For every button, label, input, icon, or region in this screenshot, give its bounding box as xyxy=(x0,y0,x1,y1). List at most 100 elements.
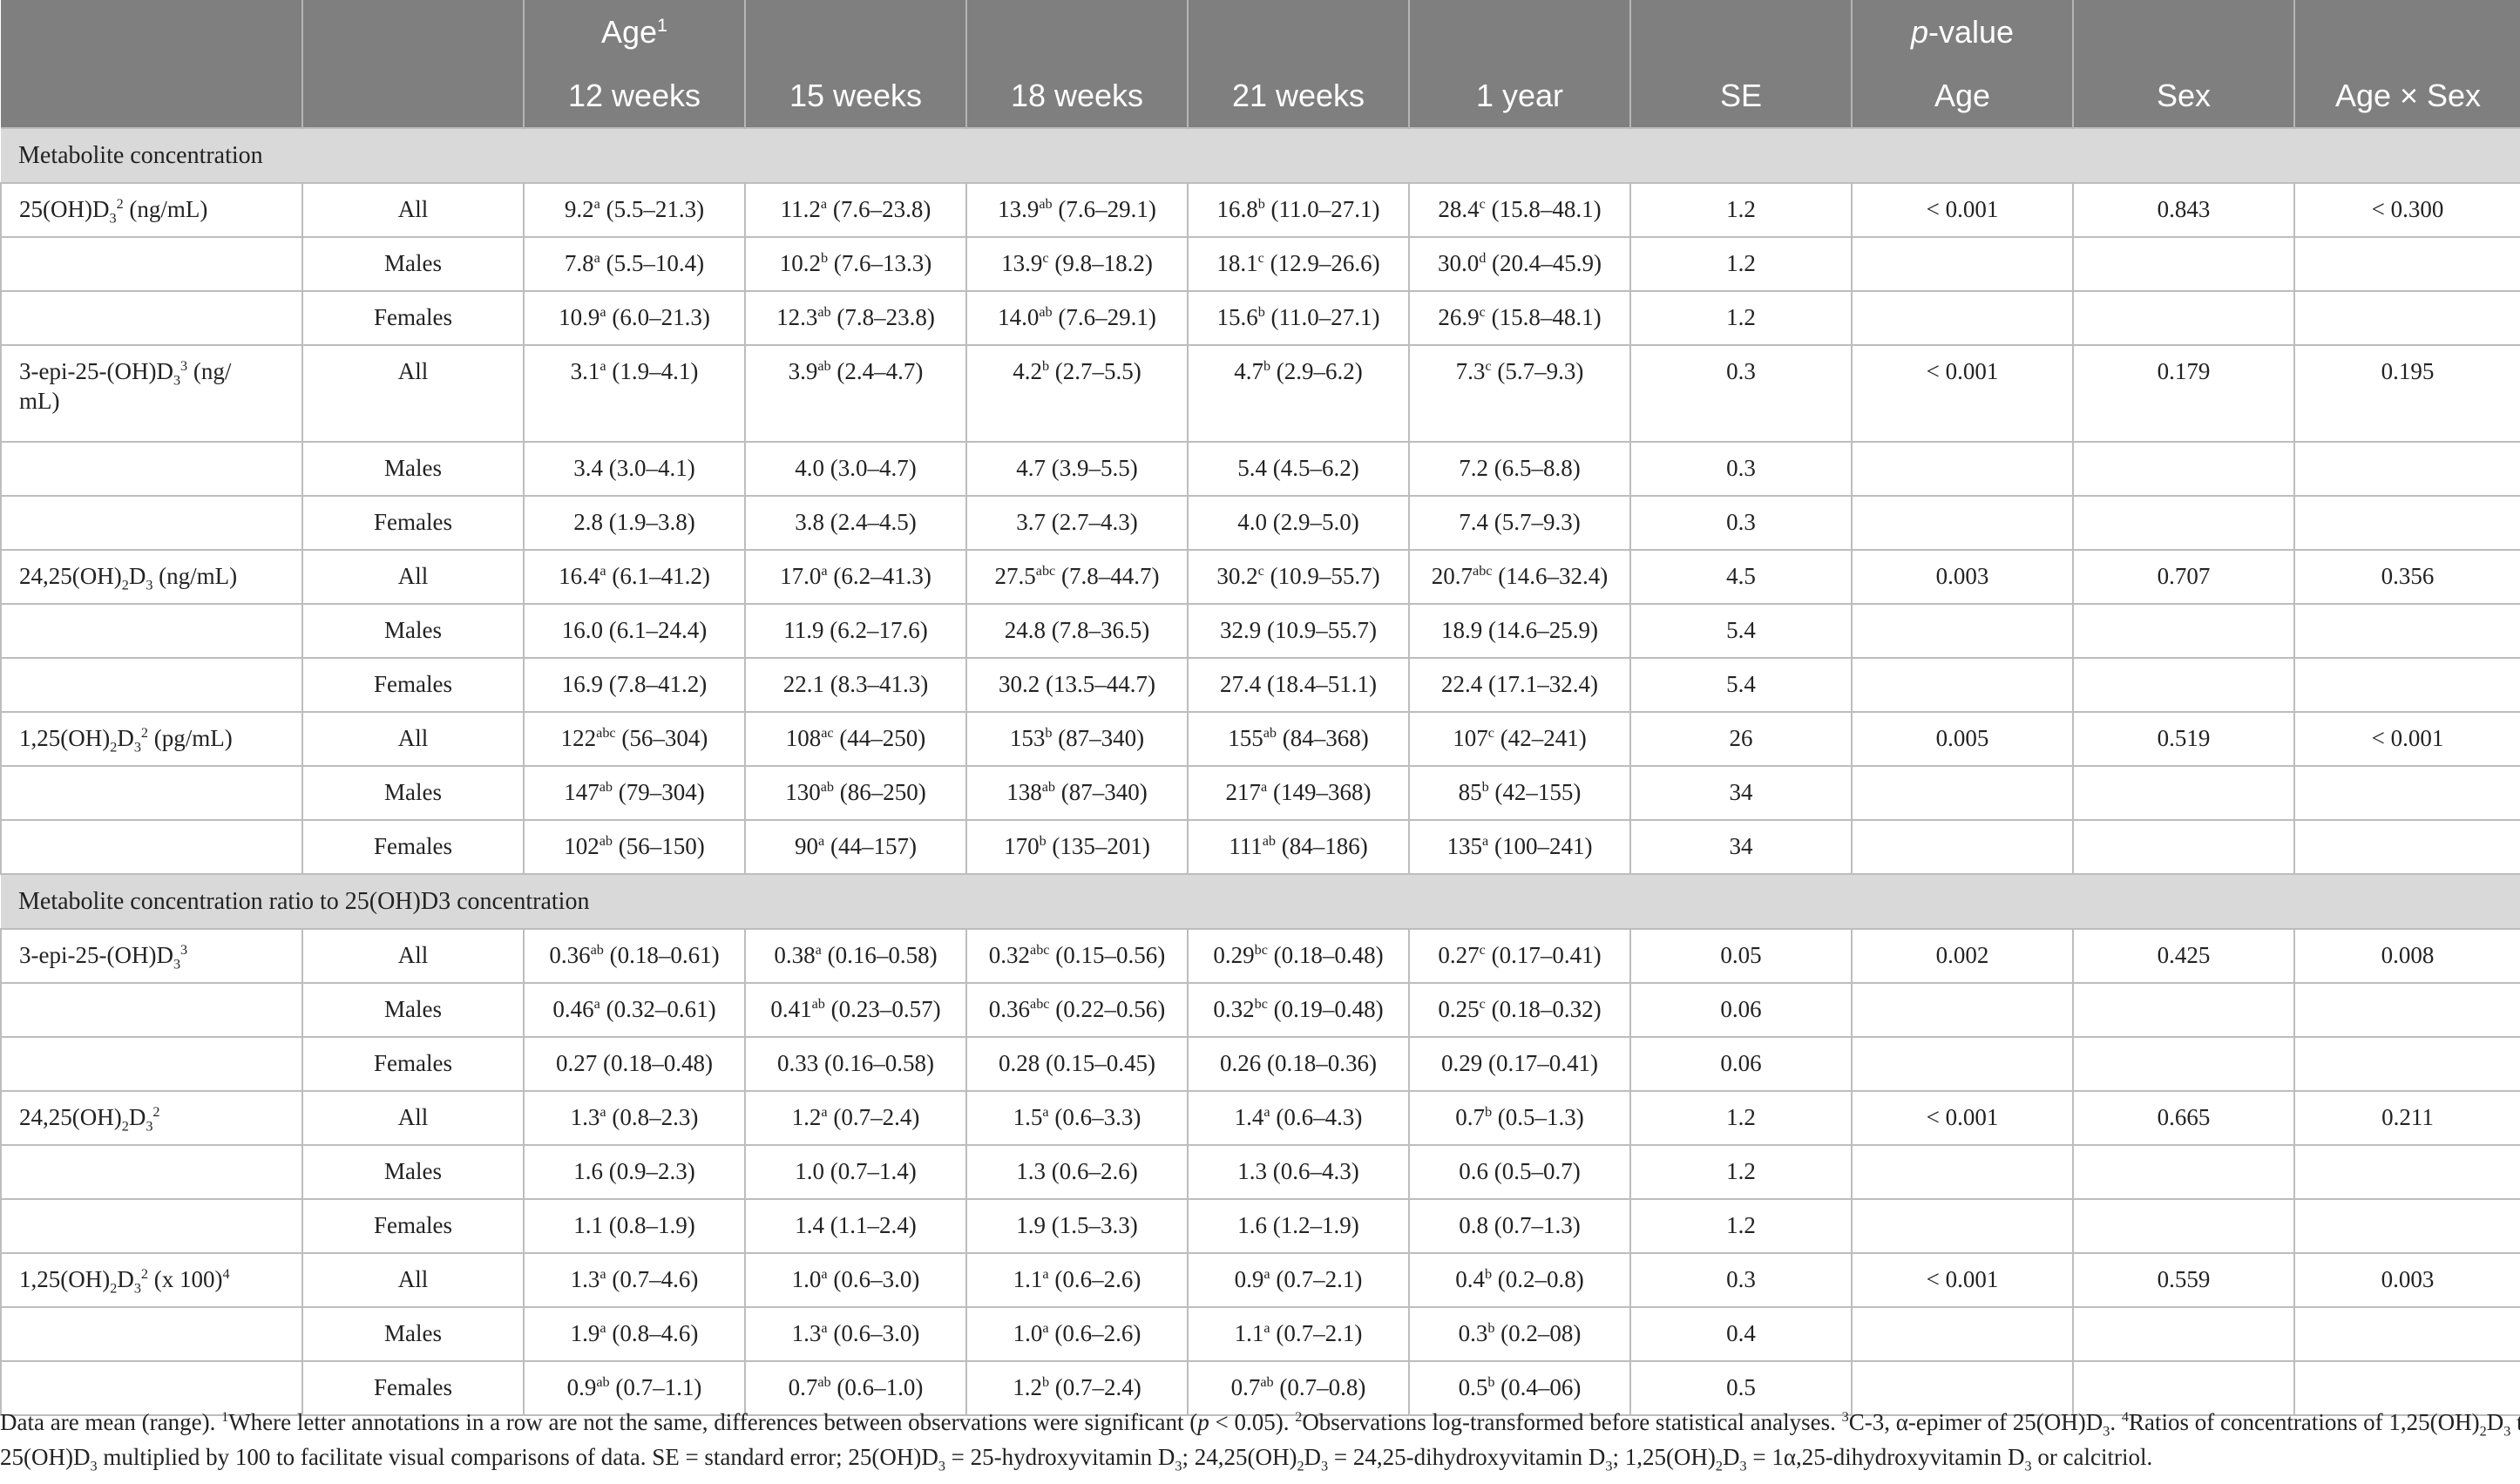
table-row: Females 0.27 (0.18–0.48) 0.33 (0.16–0.58) 0… xyxy=(0,1036,2520,1092)
value-cell: 10.9a (6.0–21.3) xyxy=(523,290,746,346)
value-cell: 0.05 xyxy=(1629,928,1853,984)
value-cell: 30.0d (20.4–45.9) xyxy=(1408,236,1631,292)
value-cell xyxy=(2293,495,2520,551)
value-cell xyxy=(2293,1198,2520,1254)
value-cell xyxy=(2072,657,2295,713)
value-cell: 7.2 (6.5–8.8) xyxy=(1408,441,1631,497)
table-row: Males 1.9a (0.8–4.6) 1.3a (0.6–3.0) 1.0a (0… xyxy=(0,1306,2520,1362)
value-cell: 22.4 (17.1–32.4) xyxy=(1408,657,1631,713)
value-cell: 32.9 (10.9–55.7) xyxy=(1187,603,1410,659)
column-header: 18 weeks xyxy=(965,64,1188,128)
value-cell: 7.8a (5.5–10.4) xyxy=(523,236,746,292)
section-row: Metabolite concentration ratio to 25(OH)… xyxy=(1,873,2520,930)
value-cell: 1.3 (0.6–4.3) xyxy=(1187,1144,1410,1200)
value-cell: 0.9a (0.7–2.1) xyxy=(1187,1252,1410,1308)
value-cell: 0.003 xyxy=(1851,549,2074,605)
group-cell: Males xyxy=(301,765,525,821)
value-cell: 0.6 (0.5–0.7) xyxy=(1408,1144,1631,1200)
value-cell: 0.41ab (0.23–0.57) xyxy=(744,982,967,1038)
value-cell: 0.559 xyxy=(2072,1252,2295,1308)
value-cell: 0.27c (0.17–0.41) xyxy=(1408,928,1631,984)
value-cell: 5.4 xyxy=(1629,657,1853,713)
group-cell: Males xyxy=(301,441,525,497)
metabolite-cell xyxy=(0,657,303,713)
value-cell: 13.9c (9.8–18.2) xyxy=(965,236,1189,292)
value-cell: 14.0ab (7.6–29.1) xyxy=(965,290,1189,346)
value-cell: 0.425 xyxy=(2072,928,2295,984)
column-header: 12 weeks xyxy=(523,64,745,128)
value-cell: 1.9a (0.8–4.6) xyxy=(523,1306,746,1362)
value-cell: 0.179 xyxy=(2072,344,2295,443)
metabolite-cell: 1,25(OH)2D32 (x 100)4 xyxy=(0,1252,303,1308)
value-cell: 102ab (56–150) xyxy=(523,819,746,875)
table-row: 24,25(OH)2D3 (ng/mL) All 16.4a (6.1–41.2) 1… xyxy=(0,549,2520,605)
value-cell: 17.0a (6.2–41.3) xyxy=(744,549,967,605)
value-cell: 0.33 (0.16–0.58) xyxy=(744,1036,967,1092)
value-cell xyxy=(1851,819,2074,875)
value-cell: 10.2b (7.6–13.3) xyxy=(744,236,967,292)
value-cell: 0.29bc (0.18–0.48) xyxy=(1187,928,1410,984)
metabolite-cell xyxy=(0,441,303,497)
value-cell xyxy=(2072,603,2295,659)
table-body: Metabolite concentration 25(OH)D32 (ng/mL… xyxy=(0,127,2520,1416)
value-cell: 4.5 xyxy=(1629,549,1853,605)
value-cell: 217a (149–368) xyxy=(1187,765,1410,821)
column-header: 1 year xyxy=(1408,64,1630,128)
value-cell xyxy=(2072,1144,2295,1200)
table-footnote: Data are mean (range). 1Where letter ann… xyxy=(0,1405,2520,1474)
age-group-heading: Age1 xyxy=(523,0,745,64)
section-title: Metabolite concentration ratio to 25(OH)… xyxy=(1,873,2520,930)
metabolite-cell xyxy=(0,290,303,346)
value-cell: 1.5a (0.6–3.3) xyxy=(965,1090,1189,1146)
results-table: Age1 p-value 12 weeks 15 weeks 18 weeks … xyxy=(0,0,2520,1416)
footnote-line: 25(OH)D3 multiplied by 100 to facilitate… xyxy=(0,1444,2153,1474)
table-row: 1,25(OH)2D32 (pg/mL) All 122abc (56–304) 10… xyxy=(0,711,2520,767)
value-cell: 1.6 (1.2–1.9) xyxy=(1187,1198,1410,1254)
value-cell: < 0.001 xyxy=(1851,1252,2074,1308)
value-cell: 0.356 xyxy=(2293,549,2520,605)
value-cell xyxy=(1851,1036,2074,1092)
pvalue-group-heading: p-value xyxy=(1851,0,2073,64)
column-header: Age × Sex xyxy=(2293,64,2520,128)
value-cell: 0.3b (0.2–08) xyxy=(1408,1306,1631,1362)
metabolite-cell xyxy=(0,1144,303,1200)
value-cell: 1.2 xyxy=(1629,1198,1853,1254)
value-cell: 1.0a (0.6–2.6) xyxy=(965,1306,1189,1362)
group-cell: All xyxy=(301,928,525,984)
value-cell: 1.1a (0.7–2.1) xyxy=(1187,1306,1410,1362)
section-title: Metabolite concentration xyxy=(1,127,2520,184)
value-cell: 22.1 (8.3–41.3) xyxy=(744,657,967,713)
value-cell: 1.2 xyxy=(1629,1144,1853,1200)
value-cell: 85b (42–155) xyxy=(1408,765,1631,821)
value-cell: 1.6 (0.9–2.3) xyxy=(523,1144,746,1200)
value-cell: 111ab (84–186) xyxy=(1187,819,1410,875)
value-cell: 0.707 xyxy=(2072,549,2295,605)
value-cell: 0.06 xyxy=(1629,1036,1853,1092)
value-cell: 4.0 (3.0–4.7) xyxy=(744,441,967,497)
value-cell: 0.4b (0.2–0.8) xyxy=(1408,1252,1631,1308)
value-cell: 0.46a (0.32–0.61) xyxy=(523,982,746,1038)
value-cell: 4.0 (2.9–5.0) xyxy=(1187,495,1410,551)
section-row: Metabolite concentration xyxy=(1,127,2520,184)
value-cell: 7.4 (5.7–9.3) xyxy=(1408,495,1631,551)
value-cell: < 0.001 xyxy=(1851,1090,2074,1146)
value-cell xyxy=(1851,1144,2074,1200)
value-cell xyxy=(2072,819,2295,875)
metabolite-cell xyxy=(0,1198,303,1254)
value-cell: 0.008 xyxy=(2293,928,2520,984)
value-cell: 108ac (44–250) xyxy=(744,711,967,767)
value-cell: 0.38a (0.16–0.58) xyxy=(744,928,967,984)
value-cell: 1.9 (1.5–3.3) xyxy=(965,1198,1189,1254)
group-cell: All xyxy=(301,1090,525,1146)
group-cell: Males xyxy=(301,982,525,1038)
value-cell: 1.1a (0.6–2.6) xyxy=(965,1252,1189,1308)
value-cell: 0.3 xyxy=(1629,344,1853,443)
value-cell: 24.8 (7.8–36.5) xyxy=(965,603,1189,659)
table-row: Females 2.8 (1.9–3.8) 3.8 (2.4–4.5) 3.7 (2.… xyxy=(0,495,2520,551)
table-row: Females 10.9a (6.0–21.3) 12.3ab (7.8–23.8)… xyxy=(0,290,2520,346)
value-cell: 0.36ab (0.18–0.61) xyxy=(523,928,746,984)
value-cell xyxy=(2072,1036,2295,1092)
table-header: Age1 p-value 12 weeks 15 weeks 18 weeks … xyxy=(1,0,2520,128)
metabolite-cell xyxy=(0,819,303,875)
value-cell: 1.4a (0.6–4.3) xyxy=(1187,1090,1410,1146)
